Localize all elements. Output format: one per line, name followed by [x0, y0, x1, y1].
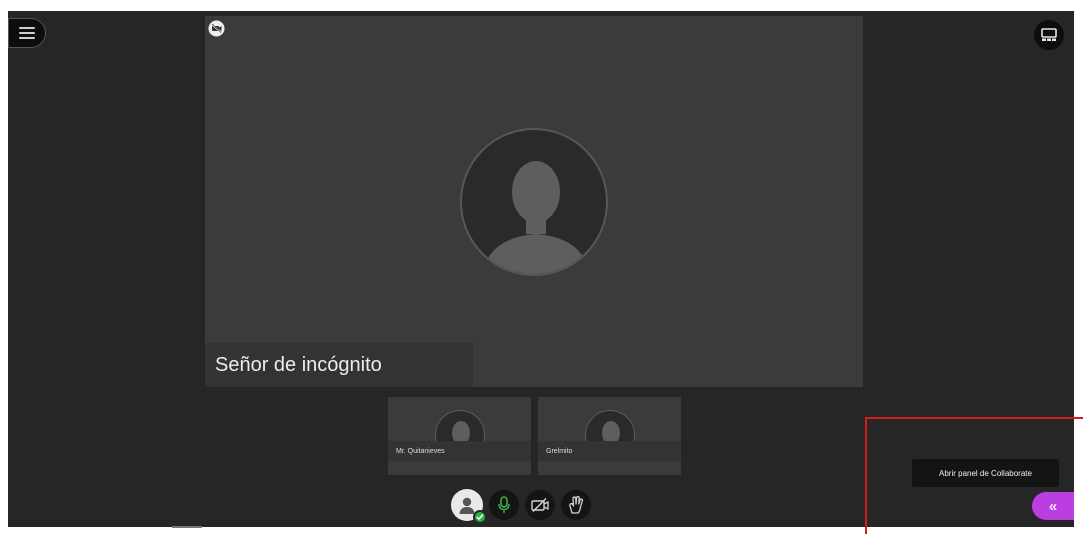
thumbnail-name: Mr. Quitanieves: [396, 447, 445, 455]
chevron-double-left-icon: «: [1048, 497, 1058, 515]
open-collaborate-panel-button[interactable]: «: [1032, 492, 1074, 520]
camera-button[interactable]: [525, 490, 555, 520]
my-status-button[interactable]: [451, 489, 487, 524]
layout-toggle-button[interactable]: [1034, 20, 1064, 50]
raise-hand-icon: [569, 495, 584, 514]
participant-name-label: Señor de incógnito: [205, 343, 473, 387]
thumbnail-name: Grelmito: [546, 447, 573, 455]
thumbnail-tile[interactable]: Mr. Quitanieves: [388, 397, 531, 475]
microphone-button[interactable]: [489, 490, 519, 520]
raise-hand-button[interactable]: [561, 490, 591, 520]
tooltip-text: Abrir panel de Collaborate: [939, 468, 1032, 478]
camera-off-icon: [208, 20, 225, 37]
media-controls: [451, 487, 591, 524]
thumbnail-name-label: Grelmito: [538, 441, 681, 461]
main-video-tile: Señor de incógnito: [205, 16, 863, 387]
microphone-icon: [498, 496, 510, 513]
menu-icon: [19, 27, 35, 39]
scrollbar-indicator: [172, 526, 202, 528]
camera-off-icon: [531, 498, 549, 512]
thumbnail-tile[interactable]: Grelmito: [538, 397, 681, 475]
session-stage: Señor de incógnito Mr. Quitanieves Grelm…: [8, 11, 1074, 527]
status-check-icon: [473, 510, 487, 524]
panel-tooltip: Abrir panel de Collaborate: [912, 459, 1059, 487]
participant-name: Señor de incógnito: [215, 353, 382, 376]
person-silhouette-icon: [482, 161, 590, 274]
session-menu-button[interactable]: [8, 18, 46, 48]
layout-icon: [1041, 28, 1057, 41]
thumbnail-name-label: Mr. Quitanieves: [388, 441, 531, 461]
participant-avatar: [460, 128, 608, 276]
